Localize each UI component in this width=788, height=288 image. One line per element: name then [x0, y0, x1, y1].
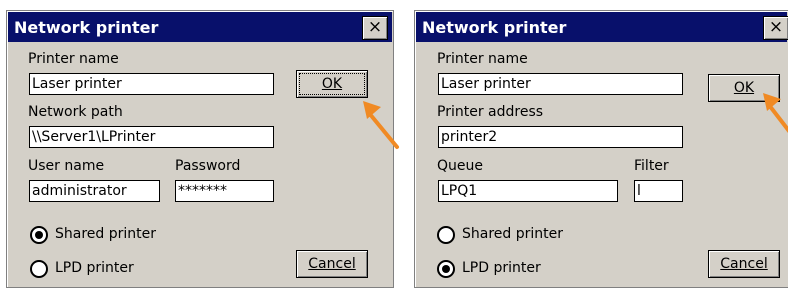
queue-field[interactable] — [438, 180, 618, 202]
printer-name-label: Printer name — [437, 51, 528, 67]
title-bar: Network printer × — [8, 12, 392, 42]
printer-name-label: Printer name — [28, 51, 119, 67]
ok-button-focus: OK — [299, 73, 365, 95]
printer-address-label: Printer address — [437, 104, 544, 120]
radio-shared-printer-label: Shared printer — [462, 226, 564, 242]
ok-button-label: OK — [321, 76, 343, 92]
network-printer-dialog-lpd: Network printer × Printer name Printer a… — [414, 10, 788, 288]
ok-button[interactable]: OK — [296, 70, 368, 98]
user-name-label: User name — [28, 158, 105, 174]
cancel-button[interactable]: Cancel — [296, 250, 368, 278]
radio-lpd-printer-label: LPD printer — [55, 260, 134, 276]
filter-label: Filter — [634, 158, 669, 174]
radio-lpd-printer-label: LPD printer — [462, 260, 541, 276]
pointer-arrow-icon — [363, 101, 399, 149]
pointer-arrow-icon — [763, 93, 788, 133]
password-field[interactable] — [175, 180, 274, 202]
password-label: Password — [175, 158, 241, 174]
dialog-title: Network printer — [14, 18, 159, 37]
cancel-button-label: Cancel — [720, 256, 768, 272]
printer-name-field[interactable] — [29, 73, 274, 95]
close-button[interactable]: × — [763, 16, 788, 40]
radio-shared-printer[interactable] — [437, 226, 455, 244]
radio-lpd-printer[interactable] — [437, 260, 455, 278]
radio-lpd-printer[interactable] — [30, 260, 48, 278]
user-name-field[interactable] — [29, 180, 160, 202]
network-path-field[interactable] — [29, 126, 274, 148]
network-printer-dialog-shared: Network printer × Printer name Network p… — [6, 10, 399, 288]
printer-address-field[interactable] — [438, 126, 683, 148]
queue-label: Queue — [437, 158, 483, 174]
cancel-button-label: Cancel — [308, 256, 356, 272]
radio-shared-printer[interactable] — [30, 226, 48, 244]
cancel-button[interactable]: Cancel — [708, 250, 780, 278]
network-path-label: Network path — [28, 104, 123, 120]
dialog-title: Network printer — [422, 18, 567, 37]
printer-name-field[interactable] — [438, 73, 683, 95]
close-icon: × — [768, 17, 784, 37]
close-icon: × — [367, 17, 383, 37]
filter-field[interactable] — [634, 180, 683, 202]
radio-shared-printer-label: Shared printer — [55, 226, 157, 242]
title-bar: Network printer × — [416, 12, 788, 42]
close-button[interactable]: × — [362, 16, 388, 40]
ok-button-label: OK — [733, 80, 755, 96]
